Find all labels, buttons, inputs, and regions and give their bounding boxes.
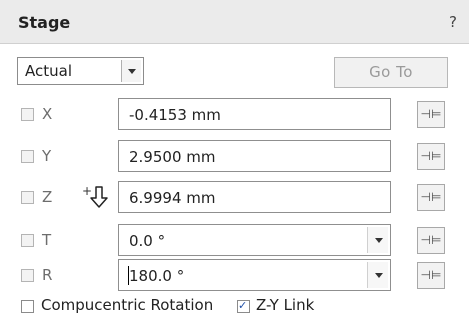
z-y-link-checkbox[interactable]: ✓ <box>237 299 250 313</box>
mode-select[interactable]: Actual <box>17 57 144 85</box>
direction-down-icon: + <box>82 184 108 208</box>
axis-x-field[interactable]: -0.4153 mm <box>118 98 391 130</box>
chevron-down-icon[interactable] <box>121 60 141 82</box>
check-icon: ✓ <box>238 299 248 312</box>
axis-x-value: -0.4153 mm <box>129 106 221 124</box>
stage-panel: Stage ? Actual Go To X -0.4153 mm ⊣⊨ Y 2… <box>0 0 469 320</box>
go-to-button[interactable]: Go To <box>334 57 448 88</box>
pin-icon[interactable]: ⊣⊨ <box>417 184 445 211</box>
pin-icon[interactable]: ⊣⊨ <box>417 143 445 170</box>
axis-z-checkbox[interactable] <box>21 191 34 204</box>
svg-text:+: + <box>82 184 92 198</box>
axis-r-checkbox[interactable] <box>21 269 34 282</box>
axis-y-value: 2.9500 mm <box>129 148 216 166</box>
pin-icon[interactable]: ⊣⊨ <box>417 227 445 254</box>
mode-select-value: Actual <box>25 62 72 80</box>
axis-row-r: R 180.0 ° ⊣⊨ <box>0 259 469 293</box>
axis-z-field[interactable]: 6.9994 mm <box>118 181 391 213</box>
chevron-down-icon[interactable] <box>367 262 388 288</box>
axis-r-value: 180.0 ° <box>129 267 185 285</box>
axis-row-z: Z + 6.9994 mm ⊣⊨ <box>0 181 469 215</box>
axis-t-checkbox[interactable] <box>21 234 34 247</box>
axis-z-value: 6.9994 mm <box>129 189 216 207</box>
pin-icon[interactable]: ⊣⊨ <box>417 262 445 289</box>
axis-row-y: Y 2.9500 mm ⊣⊨ <box>0 140 469 174</box>
z-y-link-label: Z-Y Link <box>256 296 315 314</box>
help-icon[interactable]: ? <box>449 13 457 31</box>
axis-x-label: X <box>42 105 53 123</box>
axis-r-label: R <box>42 266 53 284</box>
axis-z-label: Z <box>42 188 53 206</box>
axis-t-label: T <box>42 231 52 249</box>
chevron-down-icon[interactable] <box>367 227 388 253</box>
compucentric-rotation-label: Compucentric Rotation <box>41 296 214 314</box>
axis-y-label: Y <box>42 147 52 165</box>
axis-y-checkbox[interactable] <box>21 150 34 163</box>
compucentric-rotation-checkbox[interactable] <box>21 300 34 313</box>
axis-y-field[interactable]: 2.9500 mm <box>118 140 391 172</box>
pin-icon[interactable]: ⊣⊨ <box>417 101 445 128</box>
panel-header: Stage ? <box>0 0 469 44</box>
axis-row-x: X -0.4153 mm ⊣⊨ <box>0 98 469 132</box>
axis-t-value: 0.0 ° <box>129 232 166 250</box>
axis-r-field[interactable]: 180.0 ° <box>118 259 391 291</box>
panel-title: Stage <box>18 13 71 32</box>
axis-t-field[interactable]: 0.0 ° <box>118 224 391 256</box>
axis-row-t: T 0.0 ° ⊣⊨ <box>0 224 469 258</box>
axis-x-checkbox[interactable] <box>21 108 34 121</box>
